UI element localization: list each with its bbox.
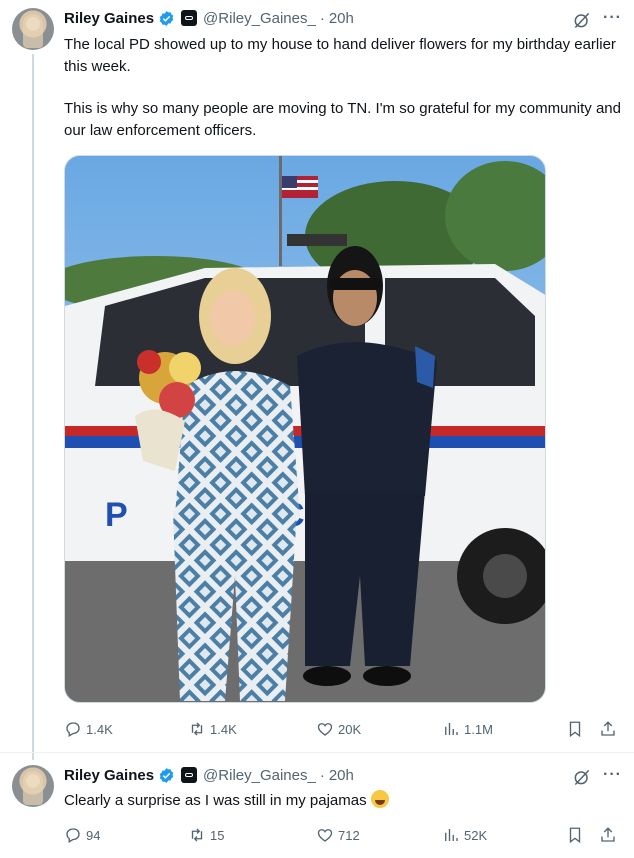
like-count: 712 xyxy=(338,827,360,843)
timestamp[interactable]: 20h xyxy=(329,10,354,27)
repost-icon xyxy=(191,828,203,842)
tweet-photo[interactable]: P C xyxy=(64,155,546,703)
share-icon xyxy=(601,721,615,736)
repost-icon xyxy=(191,722,203,736)
author-name[interactable]: Riley Gaines xyxy=(64,767,154,784)
grok-icon[interactable] xyxy=(572,767,592,787)
like-icon xyxy=(317,723,333,736)
views-count: 1.1M xyxy=(464,721,493,737)
tweet-text: Clearly a surprise as I was still in my … xyxy=(64,790,624,812)
separator-dot: · xyxy=(319,9,325,27)
svg-text:P: P xyxy=(105,496,128,534)
separator-dot: · xyxy=(319,766,325,784)
author-name[interactable]: Riley Gaines xyxy=(64,10,154,27)
reply-button[interactable]: 94 xyxy=(64,824,100,846)
like-count: 20K xyxy=(338,721,362,737)
views-button[interactable]: 52K xyxy=(442,824,487,846)
timestamp[interactable]: 20h xyxy=(329,767,354,784)
repost-button[interactable]: 15 xyxy=(188,824,224,846)
tweet-text-paragraph: This is why so many people are moving to… xyxy=(64,100,621,139)
verified-badge-icon xyxy=(159,10,174,26)
tweet-text-content: Clearly a surprise as I was still in my … xyxy=(64,792,367,809)
tweet-text-paragraph: The local PD showed up to my house to ha… xyxy=(64,36,616,75)
avatar[interactable] xyxy=(12,8,54,50)
repost-button[interactable]: 1.4K xyxy=(188,718,237,740)
repost-count: 1.4K xyxy=(210,721,237,737)
more-icon[interactable]: ··· xyxy=(603,9,622,27)
author-handle[interactable]: @Riley_Gaines_ xyxy=(203,767,316,784)
reply-icon xyxy=(66,722,80,737)
share-button[interactable] xyxy=(599,718,617,740)
tweet-actions: 94 15 712 52K xyxy=(64,824,624,846)
more-icon[interactable]: ··· xyxy=(603,766,622,784)
tweet-1[interactable]: Riley Gaines @Riley_Gaines_ · 20h ··· Th… xyxy=(0,0,634,752)
bookmark-button[interactable] xyxy=(566,718,584,740)
affiliate-badge-icon xyxy=(181,767,198,783)
avatar[interactable] xyxy=(12,765,54,807)
share-icon xyxy=(601,827,615,842)
like-button[interactable]: 20K xyxy=(316,718,361,740)
verified-badge-icon xyxy=(159,767,174,783)
reply-icon xyxy=(66,828,80,843)
tweet-header: Riley Gaines @Riley_Gaines_ · 20h xyxy=(64,7,354,29)
share-button[interactable] xyxy=(599,824,617,846)
like-button[interactable]: 712 xyxy=(316,824,360,846)
views-icon xyxy=(445,723,458,735)
affiliate-badge-icon xyxy=(181,10,198,26)
tweet-header: Riley Gaines @Riley_Gaines_ · 20h xyxy=(64,764,354,786)
tweet-2[interactable]: Riley Gaines @Riley_Gaines_ · 20h ··· Cl… xyxy=(0,753,634,858)
tweet-actions: 1.4K 1.4K 20K 1.1M xyxy=(64,718,624,740)
grok-icon[interactable] xyxy=(572,10,592,30)
like-icon xyxy=(317,829,333,842)
views-icon xyxy=(445,829,458,841)
author-handle[interactable]: @Riley_Gaines_ xyxy=(203,10,316,27)
photo-illustration: P C xyxy=(65,156,545,702)
bookmark-button[interactable] xyxy=(566,824,584,846)
laughing-tears-emoji-icon xyxy=(370,790,389,808)
reply-button[interactable]: 1.4K xyxy=(64,718,113,740)
views-count: 52K xyxy=(464,827,488,843)
reply-count: 1.4K xyxy=(86,721,113,737)
bookmark-icon xyxy=(569,721,581,738)
views-button[interactable]: 1.1M xyxy=(442,718,493,740)
repost-count: 15 xyxy=(210,827,225,843)
bookmark-icon xyxy=(569,827,581,844)
reply-count: 94 xyxy=(86,827,101,843)
